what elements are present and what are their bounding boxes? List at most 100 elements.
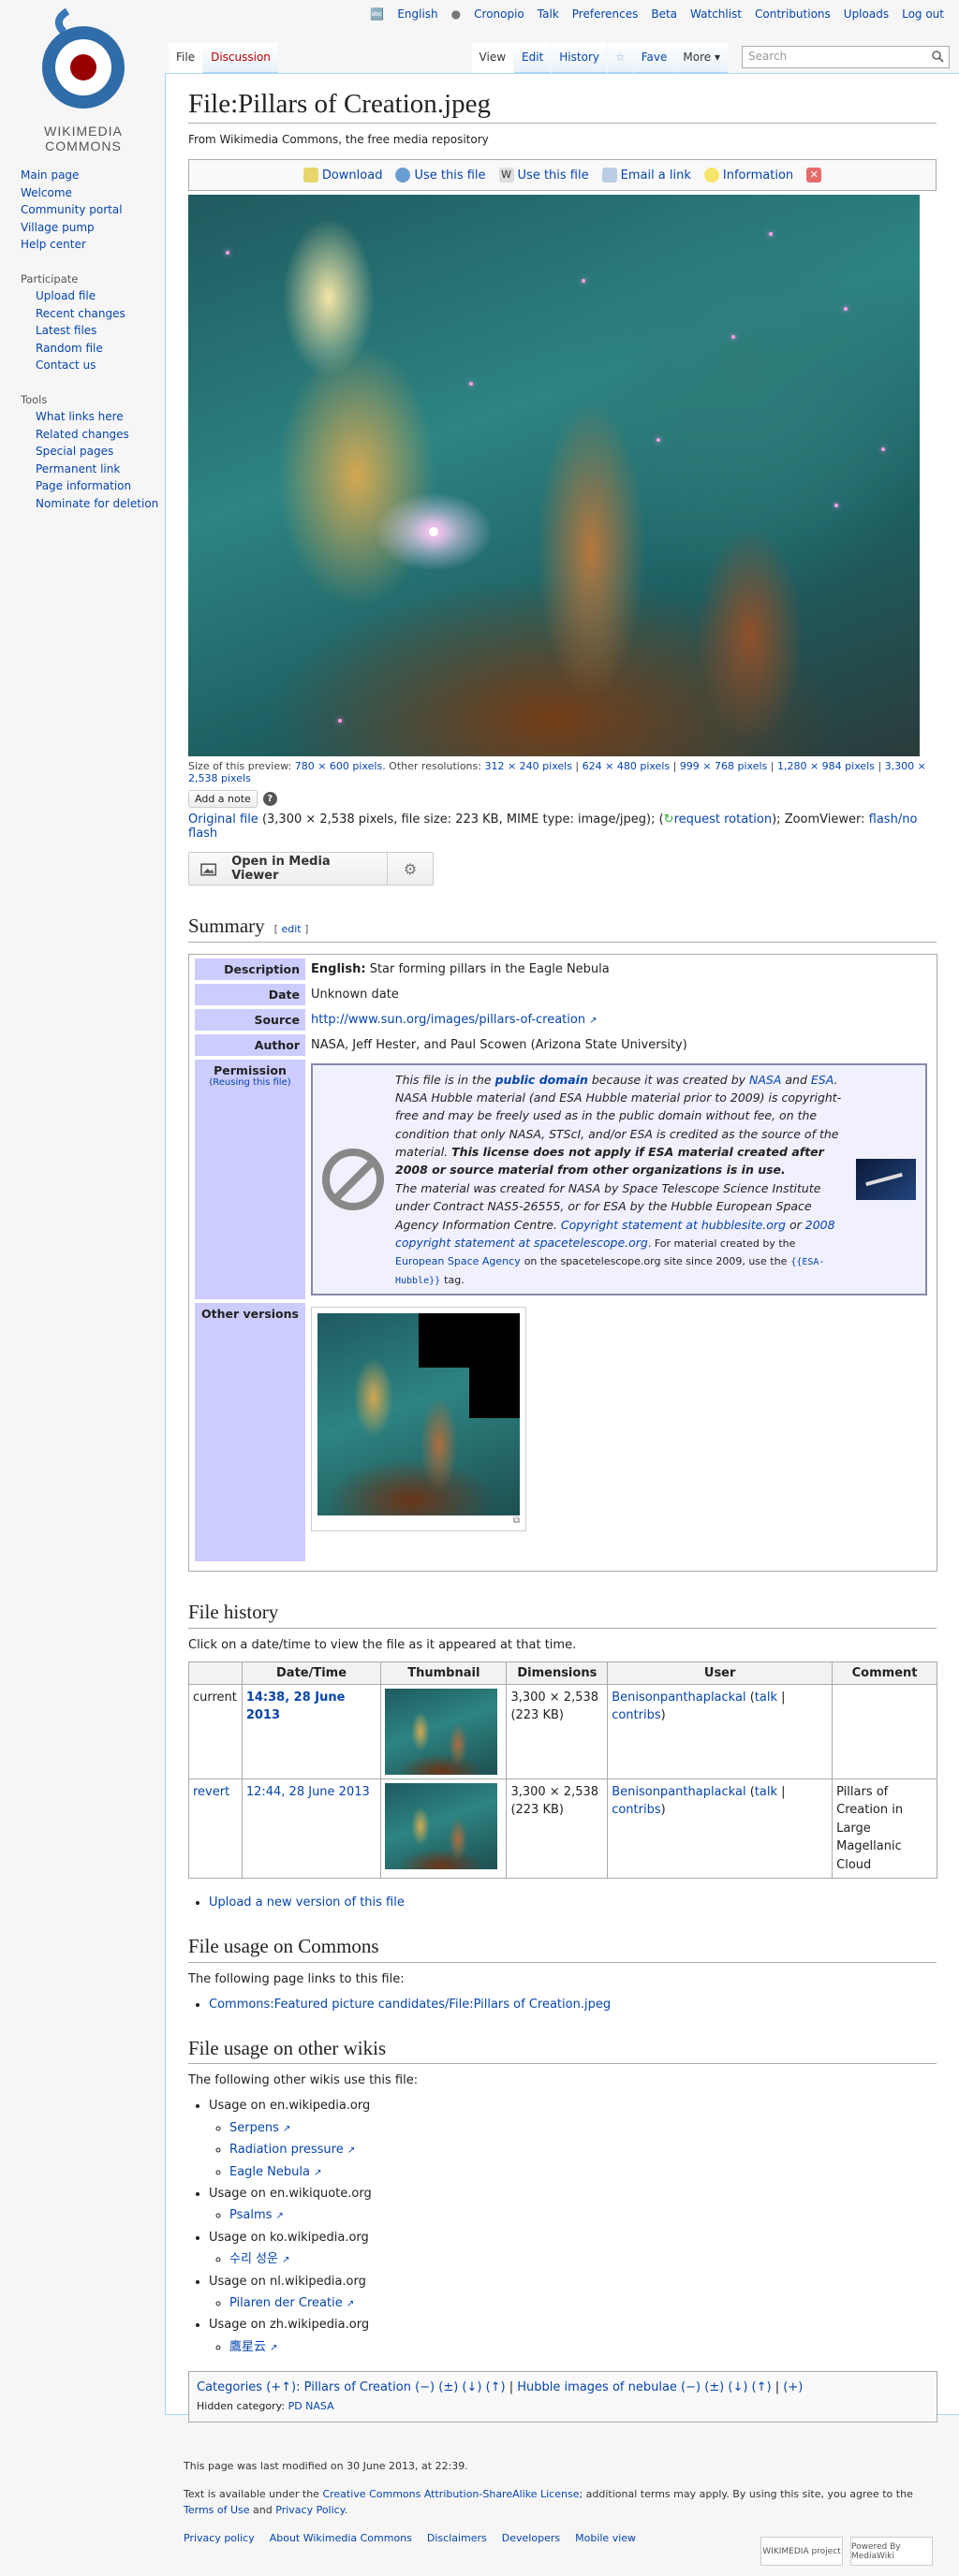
personal-link-watchlist[interactable]: Watchlist [690,7,742,21]
sidebar-item-recent-changes[interactable]: Recent changes [36,305,161,323]
row-date-link[interactable]: 12:44, 28 June 2013 [246,1785,370,1799]
cc-by-sa-link[interactable]: Creative Commons Attribution-ShareAlike … [322,2488,579,2500]
page-link[interactable]: Radiation pressure [229,2143,344,2157]
tab-history[interactable]: History [552,43,607,73]
history-thumbnail[interactable] [385,1688,498,1775]
wikimedia-commons-logo[interactable]: WIKIMEDIA COMMONS [15,4,152,154]
reusing-link[interactable]: (Reusing this file) [200,1077,300,1088]
nasa-link[interactable]: NASA [749,1073,781,1087]
close-toolbar-button[interactable]: ✕ [806,168,822,183]
sidebar-heading-participate[interactable]: Participate [21,271,161,288]
sidebar-item-page-information[interactable]: Page information [36,477,161,495]
footer-link-disclaimers[interactable]: Disclaimers [427,2530,487,2547]
personal-link-language[interactable]: English [397,7,437,21]
information-button[interactable]: Information [703,168,793,183]
sidebar-item-nominate-deletion[interactable]: Nominate for deletion [36,495,161,513]
personal-link-preferences[interactable]: Preferences [572,7,639,21]
page-link[interactable]: Eagle Nebula [229,2165,310,2179]
email-link-button[interactable]: Email a link [601,168,691,183]
sidebar-item-upload-file[interactable]: Upload file [36,287,161,305]
sidebar-item-contact-us[interactable]: Contact us [36,357,161,374]
sidebar-item-related-changes[interactable]: Related changes [36,426,161,444]
res-link-312[interactable]: 312 × 240 pixels [484,760,571,772]
tab-fave[interactable]: Fave [633,43,675,73]
download-button[interactable]: Download [302,168,382,183]
categories-label-link[interactable]: Categories (+↑): [197,2380,301,2394]
public-domain-link[interactable]: public domain [495,1073,588,1087]
page-link[interactable]: 수리 성운 [229,2252,278,2266]
tab-edit[interactable]: Edit [514,43,552,73]
user-contribs-link[interactable]: contribs [612,1708,660,1722]
wikimedia-project-badge[interactable]: WIKIMEDIA project [760,2537,843,2566]
powered-by-mediawiki-badge[interactable]: Powered By MediaWiki [850,2537,933,2566]
page-link[interactable]: Psalms [229,2208,272,2222]
page-link[interactable]: 鷹星云 [229,2340,266,2354]
page-link[interactable]: Pilaren der Creatie [229,2296,343,2310]
history-thumbnail[interactable] [385,1782,498,1869]
res-link-999[interactable]: 999 × 768 pixels [680,760,767,772]
footer-link-privacy[interactable]: Privacy policy [184,2530,255,2547]
tab-discussion[interactable]: Discussion [203,43,278,73]
use-this-file-wiki-button[interactable]: W Use this file [498,168,589,183]
sidebar-item-what-links-here[interactable]: What links here [36,408,161,426]
sidebar-item-latest-files[interactable]: Latest files [36,322,161,340]
media-viewer-settings-button[interactable]: ⚙ [388,853,433,885]
footer-privacy-policy-inline-link[interactable]: Privacy Policy [275,2504,344,2516]
sidebar-item-village-pump[interactable]: Village pump [21,219,161,237]
user-talk-link[interactable]: talk [755,1690,777,1705]
search-icon[interactable] [932,51,944,63]
footer-link-developers[interactable]: Developers [502,2530,560,2547]
res-preview-link[interactable]: 780 × 600 pixels [295,760,382,772]
european-space-agency-link[interactable]: European Space Agency [395,1255,521,1267]
personal-link-logout[interactable]: Log out [902,7,944,21]
user-talk-link[interactable]: talk [755,1785,777,1799]
tab-view[interactable]: View [471,43,514,73]
sidebar-item-help-center[interactable]: Help center [21,236,161,254]
hidden-category-link[interactable]: PD NASA [288,2400,334,2412]
footer-link-about[interactable]: About Wikimedia Commons [270,2530,412,2547]
sidebar-item-permanent-link[interactable]: Permanent link [36,461,161,478]
esa-link[interactable]: ESA [811,1073,834,1087]
terms-of-use-link[interactable]: Terms of Use [184,2504,250,2516]
tab-more[interactable]: More ▾ [675,43,728,73]
use-this-file-web-button[interactable]: Use this file [395,168,486,183]
sidebar-item-welcome[interactable]: Welcome [21,184,161,202]
sidebar-item-special-pages[interactable]: Special pages [36,443,161,461]
add-category-button[interactable]: (+) [783,2380,803,2394]
user-link[interactable]: Benisonpanthaplackal [612,1785,745,1799]
row-date-link[interactable]: 14:38, 28 June 2013 [246,1690,346,1723]
personal-link-user[interactable]: Cronopio [474,7,524,21]
language-icon[interactable]: 🔤 [370,7,384,21]
category-controls[interactable]: (−) (±) (↓) (↑) [415,2380,506,2394]
request-rotation-link[interactable]: request rotation [674,812,773,827]
add-note-button[interactable]: Add a note [188,790,258,809]
sidebar-item-main-page[interactable]: Main page [21,167,161,184]
open-media-viewer-button[interactable]: Open in Media Viewer [189,853,388,886]
revert-link[interactable]: revert [193,1785,229,1799]
help-icon[interactable]: ? [262,792,277,807]
file-preview-image[interactable] [188,195,920,757]
category-controls[interactable]: (−) (±) (↓) (↑) [681,2380,772,2394]
user-contribs-link[interactable]: contribs [612,1803,660,1817]
enlarge-icon[interactable]: ⧉ [317,1515,520,1526]
summary-edit-link[interactable]: edit [281,923,301,935]
category-link-hubble-nebulae[interactable]: Hubble images of nebulae [517,2380,677,2394]
upload-new-version-link[interactable]: Upload a new version of this file [209,1895,405,1910]
res-link-624[interactable]: 624 × 480 pixels [583,760,670,772]
tab-file[interactable]: File [169,43,203,73]
watch-star-icon[interactable]: ☆ [607,43,633,73]
search-input[interactable]: Search [742,46,950,68]
hubblesite-copyright-link[interactable]: Copyright statement at hubblesite.org [561,1218,786,1232]
personal-link-talk[interactable]: Talk [538,7,559,21]
sidebar-item-random-file[interactable]: Random file [36,340,161,358]
sidebar-heading-tools[interactable]: Tools [21,391,161,409]
res-link-1280[interactable]: 1,280 × 984 pixels [777,760,875,772]
footer-link-mobile[interactable]: Mobile view [575,2530,636,2547]
other-version-thumbnail[interactable]: ⧉ [311,1307,526,1532]
category-link-pillars[interactable]: Pillars of Creation [304,2380,411,2394]
personal-link-beta[interactable]: Beta [651,7,677,21]
sidebar-item-community-portal[interactable]: Community portal [21,201,161,219]
original-file-link[interactable]: Original file [188,812,258,827]
personal-link-uploads[interactable]: Uploads [844,7,889,21]
featured-picture-candidate-link[interactable]: Commons:Featured picture candidates/File… [209,1998,611,2012]
